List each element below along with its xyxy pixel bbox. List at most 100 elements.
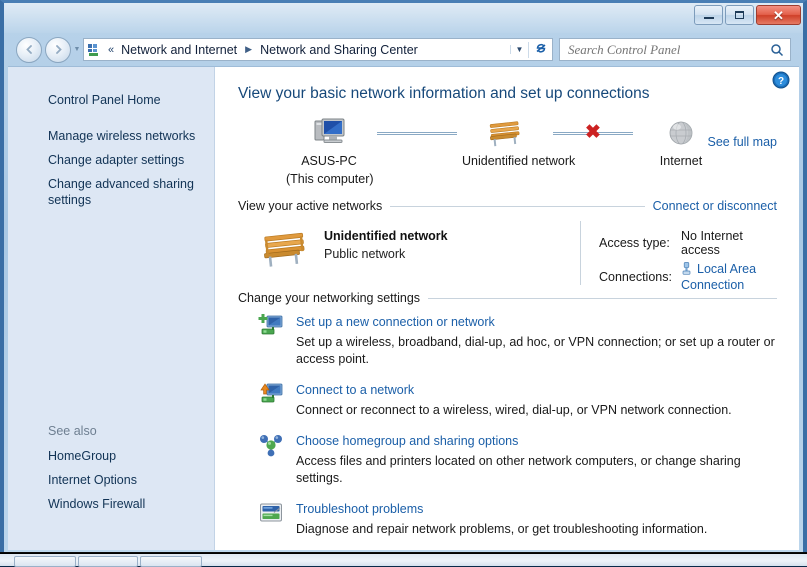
sidebar-item-change-advanced-sharing-settings[interactable]: Change advanced sharing settings — [8, 172, 215, 212]
vertical-divider — [580, 221, 581, 285]
map-node-computer-label: ASUS-PC — [286, 154, 372, 169]
network-map-row: ASUS-PC (This computer) — [238, 115, 777, 187]
search-box[interactable] — [559, 38, 791, 61]
taskbar-button[interactable] — [140, 556, 202, 567]
network-folder-icon — [84, 43, 104, 57]
task-body: Choose homegroup and sharing options Acc… — [296, 432, 777, 487]
active-network-bench-icon — [258, 221, 324, 274]
task-body: Troubleshoot problems Diagnose and repai… — [296, 500, 777, 538]
refresh-icon[interactable] — [528, 42, 552, 58]
setup-new-connection-link[interactable]: Set up a new connection or network — [296, 315, 495, 329]
new-connection-icon — [258, 313, 296, 343]
task-setup-new-connection[interactable]: Set up a new connection or network Set u… — [258, 313, 777, 368]
minimize-button[interactable] — [694, 5, 723, 25]
bench-network-icon — [462, 115, 548, 151]
address-bar[interactable]: « Network and Internet ▶ Network and Sha… — [83, 38, 553, 61]
header-rule — [428, 298, 777, 299]
breadcrumb: « Network and Internet ▶ Network and Sha… — [104, 41, 510, 59]
network-map: See full map — [238, 115, 777, 193]
sidebar-item-manage-wireless-networks[interactable]: Manage wireless networks — [8, 124, 215, 148]
see-also-label: See also — [8, 421, 215, 444]
active-network-details: Access type: No Internet access Connecti… — [599, 221, 777, 297]
taskbar[interactable] — [0, 552, 807, 566]
connections-label: Connections: — [599, 270, 681, 284]
search-input[interactable] — [560, 42, 764, 58]
refresh-glyph — [534, 42, 548, 55]
active-network-type: Public network — [324, 247, 580, 261]
search-icon[interactable] — [764, 43, 790, 57]
connection-line — [377, 132, 457, 135]
header-rule — [390, 206, 644, 207]
task-troubleshoot-problems[interactable]: Troubleshoot problems Diagnose and repai… — [258, 500, 777, 538]
connections-row: Connections: Local Area Connection — [599, 262, 777, 292]
map-node-network[interactable]: Unidentified network — [462, 115, 548, 169]
sidebar-item-homegroup[interactable]: HomeGroup — [8, 444, 215, 468]
breadcrumb-overflow-button[interactable]: « — [104, 44, 118, 56]
troubleshoot-icon — [258, 500, 296, 530]
troubleshoot-problems-link[interactable]: Troubleshoot problems — [296, 502, 423, 516]
network-sharing-center-window: ✕ ▼ — [0, 0, 807, 560]
window-titlebar[interactable]: ✕ — [4, 3, 803, 33]
address-dropdown-button[interactable]: ▼ — [510, 45, 528, 54]
setup-new-connection-description: Set up a wireless, broadband, dial-up, a… — [296, 334, 777, 368]
active-network-name: Unidentified network — [324, 229, 580, 243]
breadcrumb-item-network-and-sharing-center[interactable]: Network and Sharing Center — [257, 41, 421, 59]
back-arrow-icon — [25, 45, 34, 54]
active-network-row: Unidentified network Public network Acce… — [238, 221, 777, 285]
maximize-button[interactable] — [725, 5, 754, 25]
active-network-names: Unidentified network Public network — [324, 221, 580, 261]
map-node-network-label: Unidentified network — [462, 154, 548, 169]
connection-error-x-icon: ✖ — [585, 123, 601, 142]
map-node-computer[interactable]: ASUS-PC (This computer) — [286, 115, 372, 187]
homegroup-sharing-link[interactable]: Choose homegroup and sharing options — [296, 434, 518, 448]
see-also-section: See also HomeGroup Internet Options Wind… — [8, 421, 215, 516]
sidebar-item-change-adapter-settings[interactable]: Change adapter settings — [8, 148, 215, 172]
maximize-icon — [735, 11, 744, 19]
close-icon: ✕ — [773, 9, 784, 22]
taskbar-button[interactable] — [14, 556, 76, 567]
troubleshoot-problems-description: Diagnose and repair network problems, or… — [296, 521, 777, 538]
connect-or-disconnect-link[interactable]: Connect or disconnect — [645, 199, 777, 213]
access-type-label: Access type: — [599, 236, 681, 250]
connect-to-network-link[interactable]: Connect to a network — [296, 383, 414, 397]
help-icon[interactable]: ? — [772, 71, 790, 89]
sidebar: Control Panel Home Manage wireless netwo… — [8, 67, 216, 550]
minimize-icon — [704, 17, 714, 19]
breadcrumb-separator-icon[interactable]: ▶ — [240, 44, 257, 55]
window-controls: ✕ — [694, 5, 801, 25]
local-area-connection-link[interactable]: Local Area Connection — [681, 262, 756, 292]
map-node-internet-label: Internet — [638, 154, 724, 169]
breadcrumb-item-network-and-internet[interactable]: Network and Internet — [118, 41, 240, 59]
task-body: Connect to a network Connect or reconnec… — [296, 381, 777, 419]
sidebar-item-windows-firewall[interactable]: Windows Firewall — [8, 492, 215, 516]
active-networks-heading: View your active networks — [238, 199, 390, 213]
active-networks-header: View your active networks Connect or dis… — [238, 199, 777, 213]
computer-icon — [286, 115, 372, 151]
taskbar-button[interactable] — [78, 556, 138, 567]
map-node-computer-sublabel: (This computer) — [286, 172, 372, 187]
close-button[interactable]: ✕ — [756, 5, 801, 25]
access-type-row: Access type: No Internet access — [599, 229, 777, 257]
homegroup-icon — [258, 432, 296, 462]
homegroup-sharing-description: Access files and printers located on oth… — [296, 453, 777, 487]
navigation-bar: ▼ « Network and Internet ▶ Network and — [4, 33, 803, 66]
back-button[interactable] — [16, 37, 42, 63]
connect-to-network-description: Connect or reconnect to a wireless, wire… — [296, 402, 777, 419]
task-list: Set up a new connection or network Set u… — [238, 313, 777, 538]
lan-adapter-icon — [681, 262, 692, 278]
networking-settings-heading: Change your networking settings — [238, 291, 428, 305]
recent-pages-button[interactable]: ▼ — [71, 46, 83, 53]
sidebar-spacer — [8, 112, 215, 124]
task-connect-to-network[interactable]: Connect to a network Connect or reconnec… — [258, 381, 777, 419]
forward-button[interactable] — [45, 37, 71, 63]
task-homegroup-sharing[interactable]: Choose homegroup and sharing options Acc… — [258, 432, 777, 487]
sidebar-item-control-panel-home[interactable]: Control Panel Home — [8, 88, 215, 112]
see-full-map-link[interactable]: See full map — [708, 135, 777, 149]
desktop-background: ✕ ▼ — [0, 0, 807, 566]
connections-value-wrap: Local Area Connection — [681, 262, 777, 292]
main-pane: ? View your basic network information an… — [216, 67, 799, 550]
sidebar-item-internet-options[interactable]: Internet Options — [8, 468, 215, 492]
connect-network-icon — [258, 381, 296, 411]
forward-arrow-icon — [54, 45, 63, 54]
map-link-connected — [372, 115, 462, 151]
